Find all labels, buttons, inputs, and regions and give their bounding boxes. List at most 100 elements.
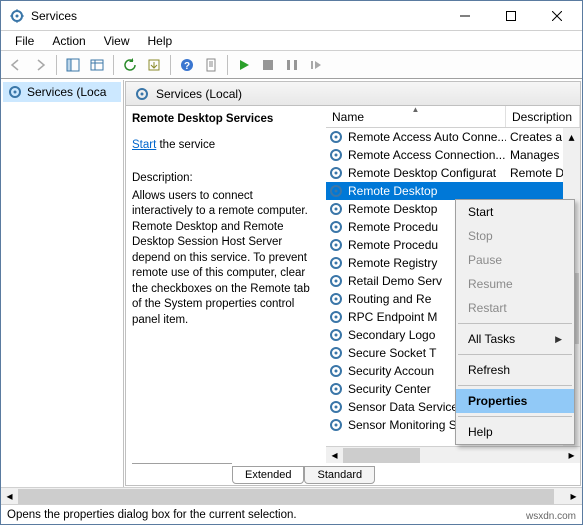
ctx-pause: Pause — [456, 248, 574, 272]
panel-header: Services (Local) — [126, 82, 580, 106]
ctx-separator — [458, 385, 572, 386]
svg-text:?: ? — [184, 61, 190, 72]
app-icon — [9, 8, 25, 24]
status-text: Opens the properties dialog box for the … — [7, 509, 297, 521]
minimize-button[interactable] — [442, 1, 488, 30]
menu-help[interactable]: Help — [140, 32, 181, 50]
window-horizontal-scrollbar[interactable]: ◂ ▸ — [1, 487, 582, 504]
scroll-right-button[interactable]: ▸ — [565, 488, 582, 504]
tree-item-label: Services (Loca — [27, 85, 106, 99]
menubar: File Action View Help — [1, 31, 582, 51]
gear-icon — [328, 147, 344, 163]
services-icon — [7, 84, 23, 100]
ctx-start[interactable]: Start — [456, 200, 574, 224]
ctx-stop: Stop — [456, 224, 574, 248]
column-name[interactable]: Name ▲ — [326, 106, 506, 127]
service-row[interactable]: Remote Desktop — [326, 182, 563, 200]
scroll-right-button[interactable]: ▸ — [563, 447, 580, 464]
service-desc-cell: Manages d — [506, 148, 563, 162]
tab-extended[interactable]: Extended — [232, 466, 304, 484]
scroll-thumb[interactable] — [343, 448, 420, 463]
toolbar-separator — [56, 55, 57, 75]
description-text: Allows users to connect interactively to… — [132, 189, 316, 329]
properties-button[interactable] — [200, 54, 222, 76]
list-header: Name ▲ Description — [326, 106, 580, 128]
restart-service-button[interactable] — [305, 54, 327, 76]
show-hide-tree-button[interactable] — [62, 54, 84, 76]
tree-pane[interactable]: Services (Loca — [1, 80, 124, 487]
export-button[interactable] — [143, 54, 165, 76]
service-desc-cell: Remote De — [506, 166, 563, 180]
service-name-cell: Remote Desktop — [326, 183, 506, 199]
service-row[interactable]: Remote Desktop ConfiguratRemote De — [326, 164, 563, 182]
gear-icon — [328, 399, 344, 415]
toolbar-separator — [227, 55, 228, 75]
scroll-up-button[interactable]: ▴ — [563, 128, 580, 145]
nav-forward-button[interactable] — [29, 54, 51, 76]
status-bar: Opens the properties dialog box for the … — [1, 504, 582, 524]
menu-action[interactable]: Action — [44, 32, 93, 50]
service-row[interactable]: Remote Access Connection...Manages d — [326, 146, 563, 164]
service-name-cell: Remote Access Auto Conne... — [326, 129, 506, 145]
titlebar: Services — [1, 1, 582, 31]
detail-start-line: Start the service — [132, 138, 316, 154]
ctx-separator — [458, 354, 572, 355]
gear-icon — [328, 309, 344, 325]
gear-icon — [328, 219, 344, 235]
column-description[interactable]: Description — [506, 106, 580, 127]
gear-icon — [328, 183, 344, 199]
ctx-all-tasks[interactable]: All Tasks▶ — [456, 327, 574, 351]
toolbar: ? — [1, 51, 582, 79]
gear-icon — [328, 201, 344, 217]
help-button[interactable]: ? — [176, 54, 198, 76]
gear-icon — [328, 165, 344, 181]
close-button[interactable] — [534, 1, 580, 30]
scroll-track[interactable] — [18, 488, 565, 504]
gear-icon — [328, 381, 344, 397]
ctx-separator — [458, 323, 572, 324]
ctx-refresh[interactable]: Refresh — [456, 358, 574, 382]
ctx-help[interactable]: Help — [456, 420, 574, 444]
scroll-left-button[interactable]: ◂ — [1, 488, 18, 504]
toolbar-separator — [113, 55, 114, 75]
start-service-link[interactable]: Start — [132, 139, 156, 151]
tab-standard[interactable]: Standard — [304, 466, 375, 484]
tree-services-local[interactable]: Services (Loca — [3, 82, 121, 102]
ctx-properties[interactable]: Properties — [456, 389, 574, 413]
ctx-resume: Resume — [456, 272, 574, 296]
watermark: wsxdn.com — [526, 511, 576, 522]
stop-service-button[interactable] — [257, 54, 279, 76]
description-label: Description: — [132, 171, 316, 187]
panel-title: Services (Local) — [156, 87, 242, 101]
service-name-cell: Remote Access Connection... — [326, 147, 506, 163]
gear-icon — [328, 345, 344, 361]
toolbar-separator — [170, 55, 171, 75]
detail-pane: Remote Desktop Services Start the servic… — [126, 106, 326, 463]
detail-service-name: Remote Desktop Services — [132, 112, 316, 128]
maximize-button[interactable] — [488, 1, 534, 30]
start-service-button[interactable] — [233, 54, 255, 76]
gear-icon — [328, 273, 344, 289]
list-horizontal-scrollbar[interactable]: ◂ ▸ — [326, 446, 580, 463]
gear-icon — [328, 291, 344, 307]
pause-service-button[interactable] — [281, 54, 303, 76]
menu-file[interactable]: File — [7, 32, 42, 50]
service-row[interactable]: Remote Access Auto Conne...Creates a c — [326, 128, 563, 146]
menu-view[interactable]: View — [96, 32, 138, 50]
service-name-cell: Remote Desktop Configurat — [326, 165, 506, 181]
export-list-button[interactable] — [86, 54, 108, 76]
scroll-thumb[interactable] — [18, 489, 554, 504]
gear-icon — [328, 129, 344, 145]
nav-back-button[interactable] — [5, 54, 27, 76]
app-window: Services File Action View Help ? — [0, 0, 583, 525]
ctx-restart: Restart — [456, 296, 574, 320]
start-suffix: the service — [156, 139, 215, 151]
view-tabs: Extended Standard — [126, 463, 580, 485]
submenu-arrow-icon: ▶ — [555, 334, 562, 345]
scroll-track[interactable] — [343, 447, 563, 464]
column-desc-label: Description — [512, 110, 572, 124]
refresh-button[interactable] — [119, 54, 141, 76]
service-desc-cell: Creates a c — [506, 130, 563, 144]
gear-icon — [328, 255, 344, 271]
scroll-left-button[interactable]: ◂ — [326, 447, 343, 464]
